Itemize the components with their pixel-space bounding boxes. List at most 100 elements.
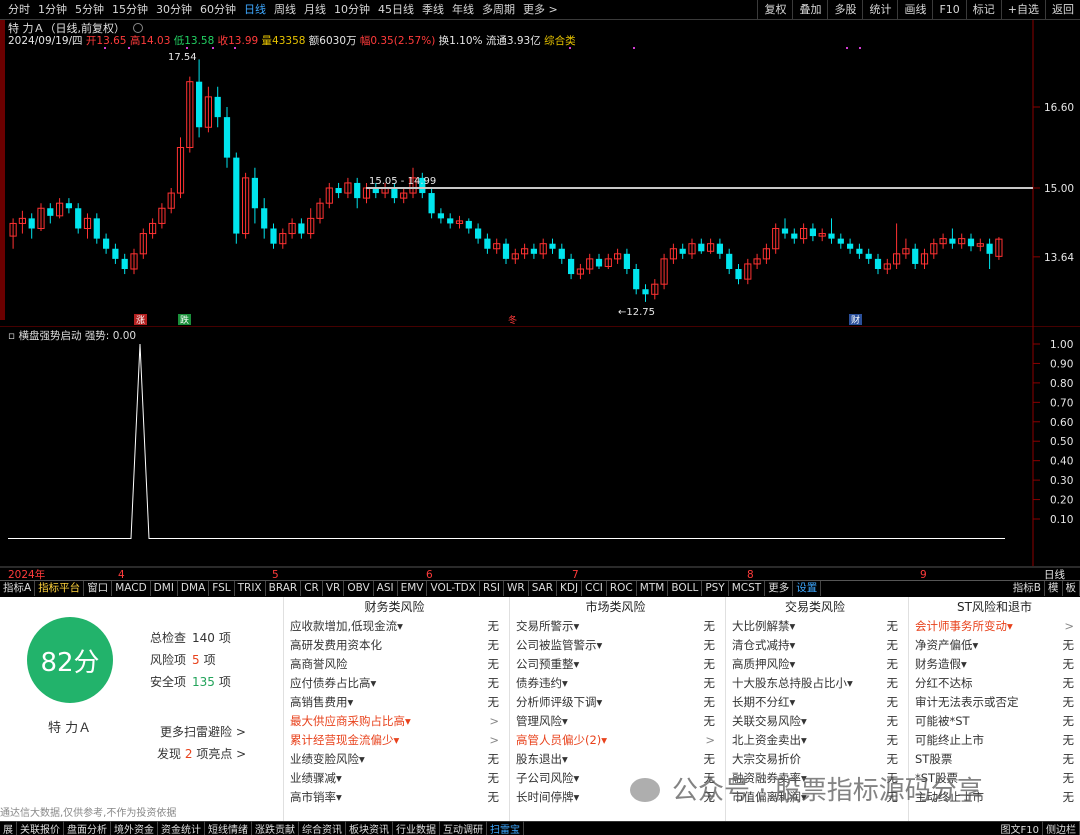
indicator-tab[interactable]: WR xyxy=(504,581,529,596)
risk-item[interactable]: 北上资金卖出▾ 无 xyxy=(726,731,904,750)
indicator-tab[interactable]: BOLL xyxy=(668,581,703,596)
indicator-tab[interactable]: FSL xyxy=(209,581,235,596)
toolbar-button[interactable]: 统计 xyxy=(862,0,897,20)
indicator-tab[interactable]: DMA xyxy=(178,581,210,596)
risk-item[interactable]: 高商誉风险 无 xyxy=(284,655,505,674)
risk-item[interactable]: 应付债券占比高▾ 无 xyxy=(284,674,505,693)
period-tab[interactable]: 周线 xyxy=(270,0,300,20)
footer-tab[interactable]: 板块资讯 xyxy=(346,821,393,835)
risk-item[interactable]: 关联交易风险▾ 无 xyxy=(726,712,904,731)
period-tab[interactable]: 月线 xyxy=(300,0,330,20)
toolbar-button[interactable]: 返回 xyxy=(1045,0,1080,20)
indicator-tab[interactable]: VOL-TDX xyxy=(427,581,480,596)
more-risk-link[interactable]: 更多扫雷避险 > xyxy=(160,723,246,740)
indicator-tab[interactable]: VR xyxy=(323,581,345,596)
footer-tab[interactable]: 扫雷宝 xyxy=(487,821,524,835)
indicator-tab[interactable]: DMI xyxy=(151,581,178,596)
indicator-tab[interactable]: SAR xyxy=(529,581,558,596)
period-tab[interactable]: 更多 > xyxy=(519,0,562,20)
indicator-tab[interactable]: 更多 xyxy=(765,581,794,596)
indicator-tab[interactable]: ROC xyxy=(607,581,637,596)
indicator-tab[interactable]: PSY xyxy=(702,581,729,596)
risk-item[interactable]: 股东退出▾ 无 xyxy=(510,750,721,769)
risk-item[interactable]: 业绩变脸风险▾ 无 xyxy=(284,750,505,769)
indicator-tab[interactable]: MCST xyxy=(729,581,766,596)
period-tab[interactable]: 多周期 xyxy=(478,0,519,20)
risk-item[interactable]: 高质押风险▾ 无 xyxy=(726,655,904,674)
footer-tab[interactable]: 涨跌贡献 xyxy=(252,821,299,835)
risk-item[interactable]: 应收款增加,低现金流▾ 无 xyxy=(284,617,505,636)
indicator-tab[interactable]: 指标平台 xyxy=(35,581,85,596)
period-tab[interactable]: 10分钟 xyxy=(330,0,374,20)
risk-item[interactable]: 分析师评级下调▾ 无 xyxy=(510,693,721,712)
risk-item[interactable]: 清仓式减持▾ 无 xyxy=(726,636,904,655)
candlestick-chart[interactable]: 16.60 15.00 13.64 15.05 - 14.99 17.54 ←12.75 涨… xyxy=(0,20,1080,326)
indicator-tab[interactable]: ASI xyxy=(374,581,398,596)
toolbar-button[interactable]: 多股 xyxy=(827,0,862,20)
indicator-right-button[interactable]: 指标B xyxy=(1010,581,1045,596)
period-tab[interactable]: 年线 xyxy=(448,0,478,20)
period-tab[interactable]: 60分钟 xyxy=(196,0,240,20)
risk-item[interactable]: 大比例解禁▾ 无 xyxy=(726,617,904,636)
indicator-tab[interactable]: EMV xyxy=(398,581,428,596)
indicator-tab[interactable]: KDJ xyxy=(557,581,583,596)
toolbar-button[interactable]: 画线 xyxy=(897,0,932,20)
risk-item[interactable]: 净资产偏低▾ 无 xyxy=(909,636,1080,655)
indicator-tab[interactable]: 设置 xyxy=(793,581,822,596)
indicator-tab[interactable]: CCI xyxy=(582,581,607,596)
footer-tab[interactable]: 盘面分析 xyxy=(64,821,111,835)
indicator-tab[interactable]: 指标A xyxy=(0,581,36,596)
toolbar-button[interactable]: 标记 xyxy=(965,0,1001,20)
footer-tab[interactable]: 短线情绪 xyxy=(205,821,252,835)
indicator-tab[interactable]: 窗口 xyxy=(84,581,113,596)
risk-item[interactable]: 可能被*ST 无 xyxy=(909,712,1080,731)
footer-tab[interactable]: 展 xyxy=(0,821,17,835)
risk-item[interactable]: 财务造假▾ 无 xyxy=(909,655,1080,674)
period-tab[interactable]: 日线 xyxy=(240,0,270,20)
footer-tab[interactable]: 综合资讯 xyxy=(299,821,346,835)
footer-tab[interactable]: 行业数据 xyxy=(393,821,440,835)
indicator-right-button[interactable]: 板 xyxy=(1063,581,1080,596)
risk-item[interactable]: 高研发费用资本化 无 xyxy=(284,636,505,655)
risk-item[interactable]: 业绩骤减▾ 无 xyxy=(284,769,505,788)
period-tab[interactable]: 季线 xyxy=(418,0,448,20)
period-tab[interactable]: 1分钟 xyxy=(34,0,71,20)
toolbar-button[interactable]: +自选 xyxy=(1000,0,1045,20)
indicator-tab[interactable]: MTM xyxy=(637,581,669,596)
footer-right-button[interactable]: 图文F10 xyxy=(998,821,1043,835)
risk-item[interactable]: 十大股东总持股占比小▾ 无 xyxy=(726,674,904,693)
period-tab[interactable]: 45日线 xyxy=(374,0,418,20)
toolbar-button[interactable]: F10 xyxy=(932,0,965,20)
footer-tab[interactable]: 资金统计 xyxy=(158,821,205,835)
footer-right-button[interactable]: 侧边栏 xyxy=(1043,821,1080,835)
risk-item[interactable]: 最大供应商采购占比高▾ > xyxy=(284,712,505,731)
risk-item[interactable]: 累计经营现金流偏少▾ > xyxy=(284,731,505,750)
indicator-tab[interactable]: MACD xyxy=(112,581,151,596)
indicator-tab[interactable]: TRIX xyxy=(235,581,266,596)
indicator-right-button[interactable]: 模 xyxy=(1045,581,1063,596)
risk-item[interactable]: 分红不达标 无 xyxy=(909,674,1080,693)
risk-item[interactable]: 高销售费用▾ 无 xyxy=(284,693,505,712)
indicator-tab[interactable]: OBV xyxy=(344,581,374,596)
toolbar-button[interactable]: 叠加 xyxy=(792,0,827,20)
indicator-tab[interactable]: RSI xyxy=(480,581,504,596)
period-tab[interactable]: 分时 xyxy=(4,0,34,20)
risk-item[interactable]: 债券违约▾ 无 xyxy=(510,674,721,693)
footer-tab[interactable]: 关联报价 xyxy=(17,821,64,835)
indicator-chart[interactable]: 1.00 0.90 0.80 0.70 0.60 0.50 0.40 0.30 0.20 0.10… xyxy=(0,326,1080,582)
footer-tab[interactable]: 互动调研 xyxy=(440,821,487,835)
period-tab[interactable]: 15分钟 xyxy=(108,0,152,20)
risk-item[interactable]: 审计无法表示或否定 无 xyxy=(909,693,1080,712)
period-tab[interactable]: 30分钟 xyxy=(152,0,196,20)
risk-item[interactable]: 会计师事务所变动▾ > xyxy=(909,617,1080,636)
toolbar-button[interactable]: 复权 xyxy=(757,0,792,20)
period-tab[interactable]: 5分钟 xyxy=(71,0,108,20)
risk-item[interactable]: 公司预重整▾ 无 xyxy=(510,655,721,674)
risk-item[interactable]: 可能终止上市 无 xyxy=(909,731,1080,750)
risk-item[interactable]: 长期不分红▾ 无 xyxy=(726,693,904,712)
risk-item[interactable]: 公司被监管警示▾ 无 xyxy=(510,636,721,655)
footer-tab[interactable]: 境外资金 xyxy=(111,821,158,835)
indicator-tab[interactable]: CR xyxy=(301,581,323,596)
risk-item[interactable]: ST股票 无 xyxy=(909,750,1080,769)
highlights-link[interactable]: 发现 2 项亮点 > xyxy=(157,745,246,762)
